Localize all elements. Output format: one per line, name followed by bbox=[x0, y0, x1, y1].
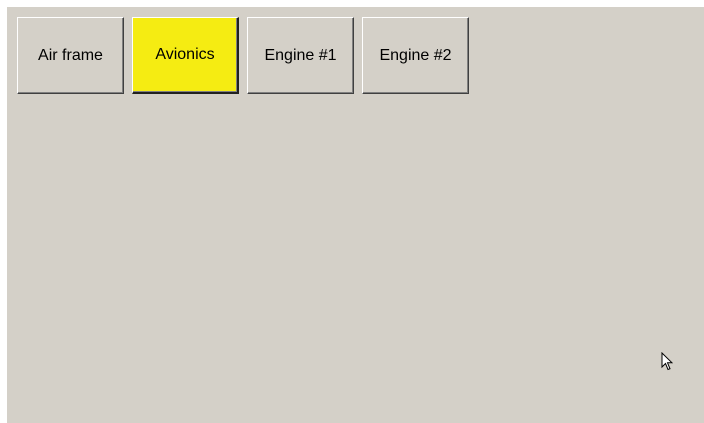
system-tab-bar: Air frame Avionics Engine #1 Engine #2 bbox=[17, 17, 477, 94]
tab-engine-1[interactable]: Engine #1 bbox=[247, 17, 354, 94]
tab-avionics[interactable]: Avionics bbox=[132, 17, 239, 94]
tab-engine-1-label: Engine #1 bbox=[264, 46, 337, 64]
tab-air-frame[interactable]: Air frame bbox=[17, 17, 124, 94]
tab-engine-2-label: Engine #2 bbox=[379, 46, 452, 64]
tab-engine-2[interactable]: Engine #2 bbox=[362, 17, 469, 94]
tab-avionics-label: Avionics bbox=[155, 46, 215, 63]
main-panel: Air frame Avionics Engine #1 Engine #2 bbox=[7, 7, 704, 423]
tab-air-frame-label: Air frame bbox=[38, 46, 103, 64]
mouse-pointer-icon bbox=[661, 352, 673, 371]
